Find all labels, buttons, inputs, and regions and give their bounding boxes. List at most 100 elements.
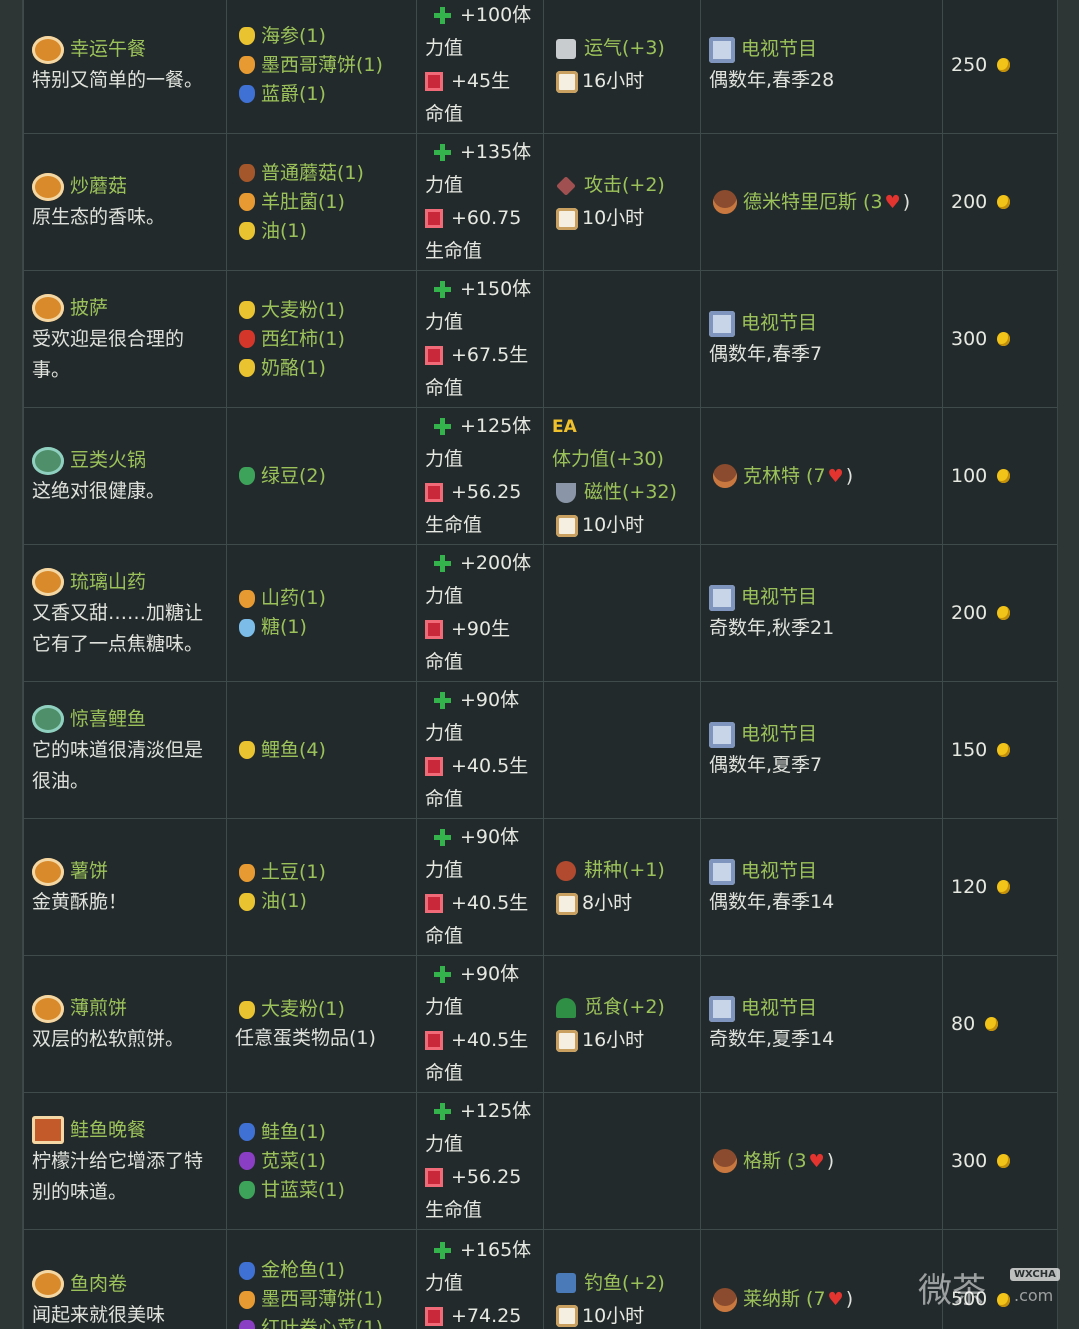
buff-name[interactable]: 攻击(+2) bbox=[584, 170, 665, 201]
dish-name[interactable]: 披萨 bbox=[70, 293, 108, 324]
source-title: 德米特里厄斯 (3 ♥) bbox=[709, 187, 942, 218]
dish-title: 鱼肉卷 bbox=[32, 1269, 226, 1300]
dish-name[interactable]: 琉璃山药 bbox=[70, 567, 146, 598]
source-name[interactable]: 电视节目 bbox=[741, 993, 817, 1024]
ingredient-name[interactable]: 蓝爵(1) bbox=[261, 79, 326, 110]
bean-hotpot-icon bbox=[32, 446, 64, 475]
source-name[interactable]: 莱纳斯 (7 bbox=[743, 1284, 826, 1315]
ingredient-name[interactable]: 西红柿(1) bbox=[261, 324, 345, 355]
ingredients-cell: 海参(1) 墨西哥薄饼(1) 蓝爵(1) bbox=[226, 0, 417, 134]
dish-name[interactable]: 惊喜鲤鱼 bbox=[70, 704, 146, 735]
source-name[interactable]: 电视节目 bbox=[741, 856, 817, 887]
dish-name[interactable]: 薄煎饼 bbox=[70, 993, 127, 1024]
ingredient-name[interactable]: 甘蓝菜(1) bbox=[261, 1175, 345, 1206]
ingredient-name[interactable]: 土豆(1) bbox=[261, 857, 326, 888]
ingredient-name[interactable]: 油(1) bbox=[261, 886, 307, 917]
dish-name[interactable]: 鲑鱼晚餐 bbox=[70, 1115, 146, 1146]
source-name[interactable]: 德米特里厄斯 (3 bbox=[743, 187, 883, 218]
source-title: 格斯 (3 ♥) bbox=[709, 1146, 942, 1177]
health-text: +40.5生 bbox=[451, 1029, 529, 1051]
source-name[interactable]: 克林特 (7 bbox=[743, 461, 826, 492]
source-name[interactable]: 电视节目 bbox=[741, 308, 817, 339]
villager-clint-icon bbox=[713, 464, 737, 488]
dish-cell: 豆类火锅这绝对很健康。 bbox=[23, 407, 227, 545]
ingredient-name[interactable]: 普通蘑菇(1) bbox=[261, 158, 364, 189]
health-text: +67.5生 bbox=[451, 344, 529, 366]
source-name[interactable]: 电视节目 bbox=[741, 582, 817, 613]
source-title: 电视节目 bbox=[709, 856, 942, 887]
watermark-text: 微茶 bbox=[918, 1270, 986, 1311]
sell-price: 250 bbox=[951, 50, 1057, 81]
energy-text: +165体 bbox=[460, 1238, 532, 1261]
energy-value: +150体 bbox=[425, 273, 543, 306]
price-cell: 250 bbox=[942, 0, 1057, 134]
dish-name[interactable]: 炒蘑菇 bbox=[70, 171, 127, 202]
buff-item: 磁性(+32) bbox=[552, 476, 700, 509]
ingredient-name[interactable]: 苋菜(1) bbox=[261, 1146, 326, 1177]
buff-name[interactable]: 耕种(+1) bbox=[584, 855, 665, 886]
ingredient-name[interactable]: 墨西哥薄饼(1) bbox=[261, 50, 383, 81]
energy-plus-icon bbox=[433, 143, 452, 162]
buff-name[interactable]: 磁性(+32) bbox=[584, 477, 677, 508]
ingredient-name[interactable]: 奶酪(1) bbox=[261, 353, 326, 384]
source-name[interactable]: 电视节目 bbox=[741, 719, 817, 750]
dish-cell: 鱼肉卷 闻起来就很美味 bbox=[23, 1229, 227, 1329]
buff-name[interactable]: 运气(+3) bbox=[584, 33, 665, 64]
dish-cell: 薯饼 金黄酥脆！ bbox=[23, 818, 227, 956]
source-detail: 奇数年,夏季14 bbox=[709, 1028, 835, 1050]
ingredient-name[interactable]: 金枪鱼(1) bbox=[261, 1255, 345, 1286]
ingredient-name[interactable]: 油(1) bbox=[261, 216, 307, 247]
lunch-plate-icon bbox=[32, 35, 64, 64]
dish-name[interactable]: 豆类火锅 bbox=[70, 445, 146, 476]
pancakes-icon bbox=[32, 994, 64, 1023]
buff-name[interactable]: 觅食(+2) bbox=[584, 992, 665, 1023]
price-cell: 100 bbox=[942, 407, 1057, 545]
health-value: +56.25 bbox=[425, 476, 543, 509]
ingredient-name[interactable]: 大麦粉(1) bbox=[261, 295, 345, 326]
restore-cell: +100体 力值 +45生 命值 bbox=[416, 0, 544, 134]
ingredient-item: 山药(1) bbox=[235, 584, 416, 613]
ingredient-name[interactable]: 红叶卷心菜(1) bbox=[261, 1313, 383, 1329]
buff-cell: 耕种(+1) 8小时 bbox=[543, 818, 701, 956]
recipe-row: 鱼肉卷 闻起来就很美味 金枪鱼(1) 墨西哥薄饼(1) 红叶卷心菜(1) +165体 力值 +… bbox=[23, 1229, 1057, 1329]
ingredient-name[interactable]: 大麦粉(1) bbox=[261, 994, 345, 1025]
source-name[interactable]: 格斯 (3 bbox=[743, 1146, 807, 1177]
buff-name[interactable]: 钓鱼(+2) bbox=[584, 1268, 665, 1299]
magnet-icon bbox=[556, 482, 576, 503]
dish-name[interactable]: 薯饼 bbox=[70, 856, 108, 887]
dish-description: 又香又甜……加糖让它有了一点焦糖味。 bbox=[32, 601, 204, 655]
recipe-row: 幸运午餐 特别又简单的一餐。 海参(1) 墨西哥薄饼(1) 蓝爵(1) +100体 力值 +4… bbox=[23, 0, 1057, 134]
mushroom-icon bbox=[239, 164, 255, 182]
dish-description: 它的味道很清淡但是很油。 bbox=[32, 738, 204, 792]
ingredient-name[interactable]: 海参(1) bbox=[261, 21, 326, 52]
restore-cell: +90体 力值 +40.5生 命值 bbox=[416, 681, 544, 819]
energy-text-cont: 力值 bbox=[425, 585, 464, 607]
source-name[interactable]: 电视节目 bbox=[741, 34, 817, 65]
watermark-domain: .com bbox=[1014, 1286, 1054, 1305]
dish-description: 这绝对很健康。 bbox=[32, 480, 166, 502]
ingredient-name[interactable]: 鲤鱼(4) bbox=[261, 735, 326, 766]
ingredient-item: 西红柿(1) bbox=[235, 325, 416, 354]
dish-name[interactable]: 鱼肉卷 bbox=[70, 1269, 127, 1300]
ingredient-name[interactable]: 鲑鱼(1) bbox=[261, 1117, 326, 1148]
energy-value: +90体 bbox=[425, 821, 543, 854]
energy-plus-icon bbox=[433, 554, 452, 573]
dish-cell: 薄煎饼 双层的松软煎饼。 bbox=[23, 955, 227, 1093]
gold-coin-icon bbox=[997, 195, 1011, 209]
sell-price: 300 bbox=[951, 324, 1057, 355]
duration-text: 16小时 bbox=[582, 1029, 645, 1051]
ingredient-name[interactable]: 墨西哥薄饼(1) bbox=[261, 1284, 383, 1315]
ingredient-name[interactable]: 山药(1) bbox=[261, 583, 326, 614]
ingredient-name[interactable]: 羊肚菌(1) bbox=[261, 187, 345, 218]
source-cell: 电视节目 偶数年,春季7 bbox=[700, 270, 943, 408]
recipe-row: 披萨 受欢迎是很合理的事。 大麦粉(1) 西红柿(1) 奶酪(1) +150体 力值 +67.… bbox=[23, 270, 1057, 408]
sea-cucumber-icon bbox=[239, 27, 255, 45]
fried-mushroom-icon bbox=[32, 172, 64, 201]
health-text-cont: 生命值 bbox=[425, 514, 483, 536]
ingredient-name[interactable]: 糖(1) bbox=[261, 612, 307, 643]
dish-name[interactable]: 幸运午餐 bbox=[70, 34, 146, 65]
buff-duration: 10小时 bbox=[552, 1300, 700, 1329]
energy-plus-icon bbox=[433, 965, 452, 984]
ingredient-name[interactable]: 绿豆(2) bbox=[261, 461, 326, 492]
energy-text: +90体 bbox=[460, 963, 520, 985]
